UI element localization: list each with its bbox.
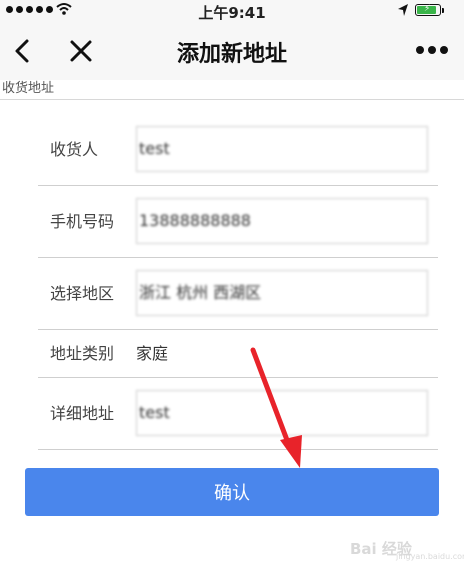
location-arrow-icon <box>398 4 408 16</box>
confirm-button[interactable]: 确认 <box>25 468 439 516</box>
address-type-value[interactable]: 家庭 <box>136 330 168 378</box>
region-select[interactable]: 浙江 杭州 西湖区 <box>136 270 428 316</box>
chevron-left-icon[interactable] <box>10 38 36 64</box>
address-type-label: 地址类别 <box>50 344 115 363</box>
status-time: 上午9:41 <box>198 4 266 22</box>
form-row-detail: 详细地址 test <box>38 378 438 450</box>
watermark-logo: Bai 经验 jingyan.baidu.com <box>346 528 464 564</box>
recipient-input[interactable]: test <box>136 126 428 172</box>
section-header: 收货地址 <box>0 80 464 100</box>
form-row-phone: 手机号码 13888888888 <box>38 186 438 258</box>
close-icon[interactable] <box>68 38 94 64</box>
form-row-region: 选择地区 浙江 杭州 西湖区 <box>38 258 438 330</box>
watermark-text: Bai 经验 <box>350 540 412 558</box>
more-dots-icon[interactable] <box>416 46 448 54</box>
recipient-label: 收货人 <box>50 140 99 159</box>
nav-bar: 添加新地址 <box>0 22 464 80</box>
detail-input[interactable]: test <box>136 390 428 436</box>
form-row-recipient: 收货人 test <box>38 114 438 186</box>
bolt-icon: ⚡ <box>424 4 431 14</box>
detail-label: 详细地址 <box>50 404 115 423</box>
phone-label: 手机号码 <box>50 212 115 231</box>
region-label: 选择地区 <box>50 284 115 303</box>
battery-charging-icon: ⚡ <box>415 4 441 16</box>
status-bar: 上午9:41 ⚡ <box>0 0 464 22</box>
phone-input[interactable]: 13888888888 <box>136 198 428 244</box>
battery-tip <box>442 8 444 13</box>
watermark-sub: jingyan.baidu.com <box>396 552 464 561</box>
form-row-address-type: 地址类别 家庭 <box>38 330 438 378</box>
